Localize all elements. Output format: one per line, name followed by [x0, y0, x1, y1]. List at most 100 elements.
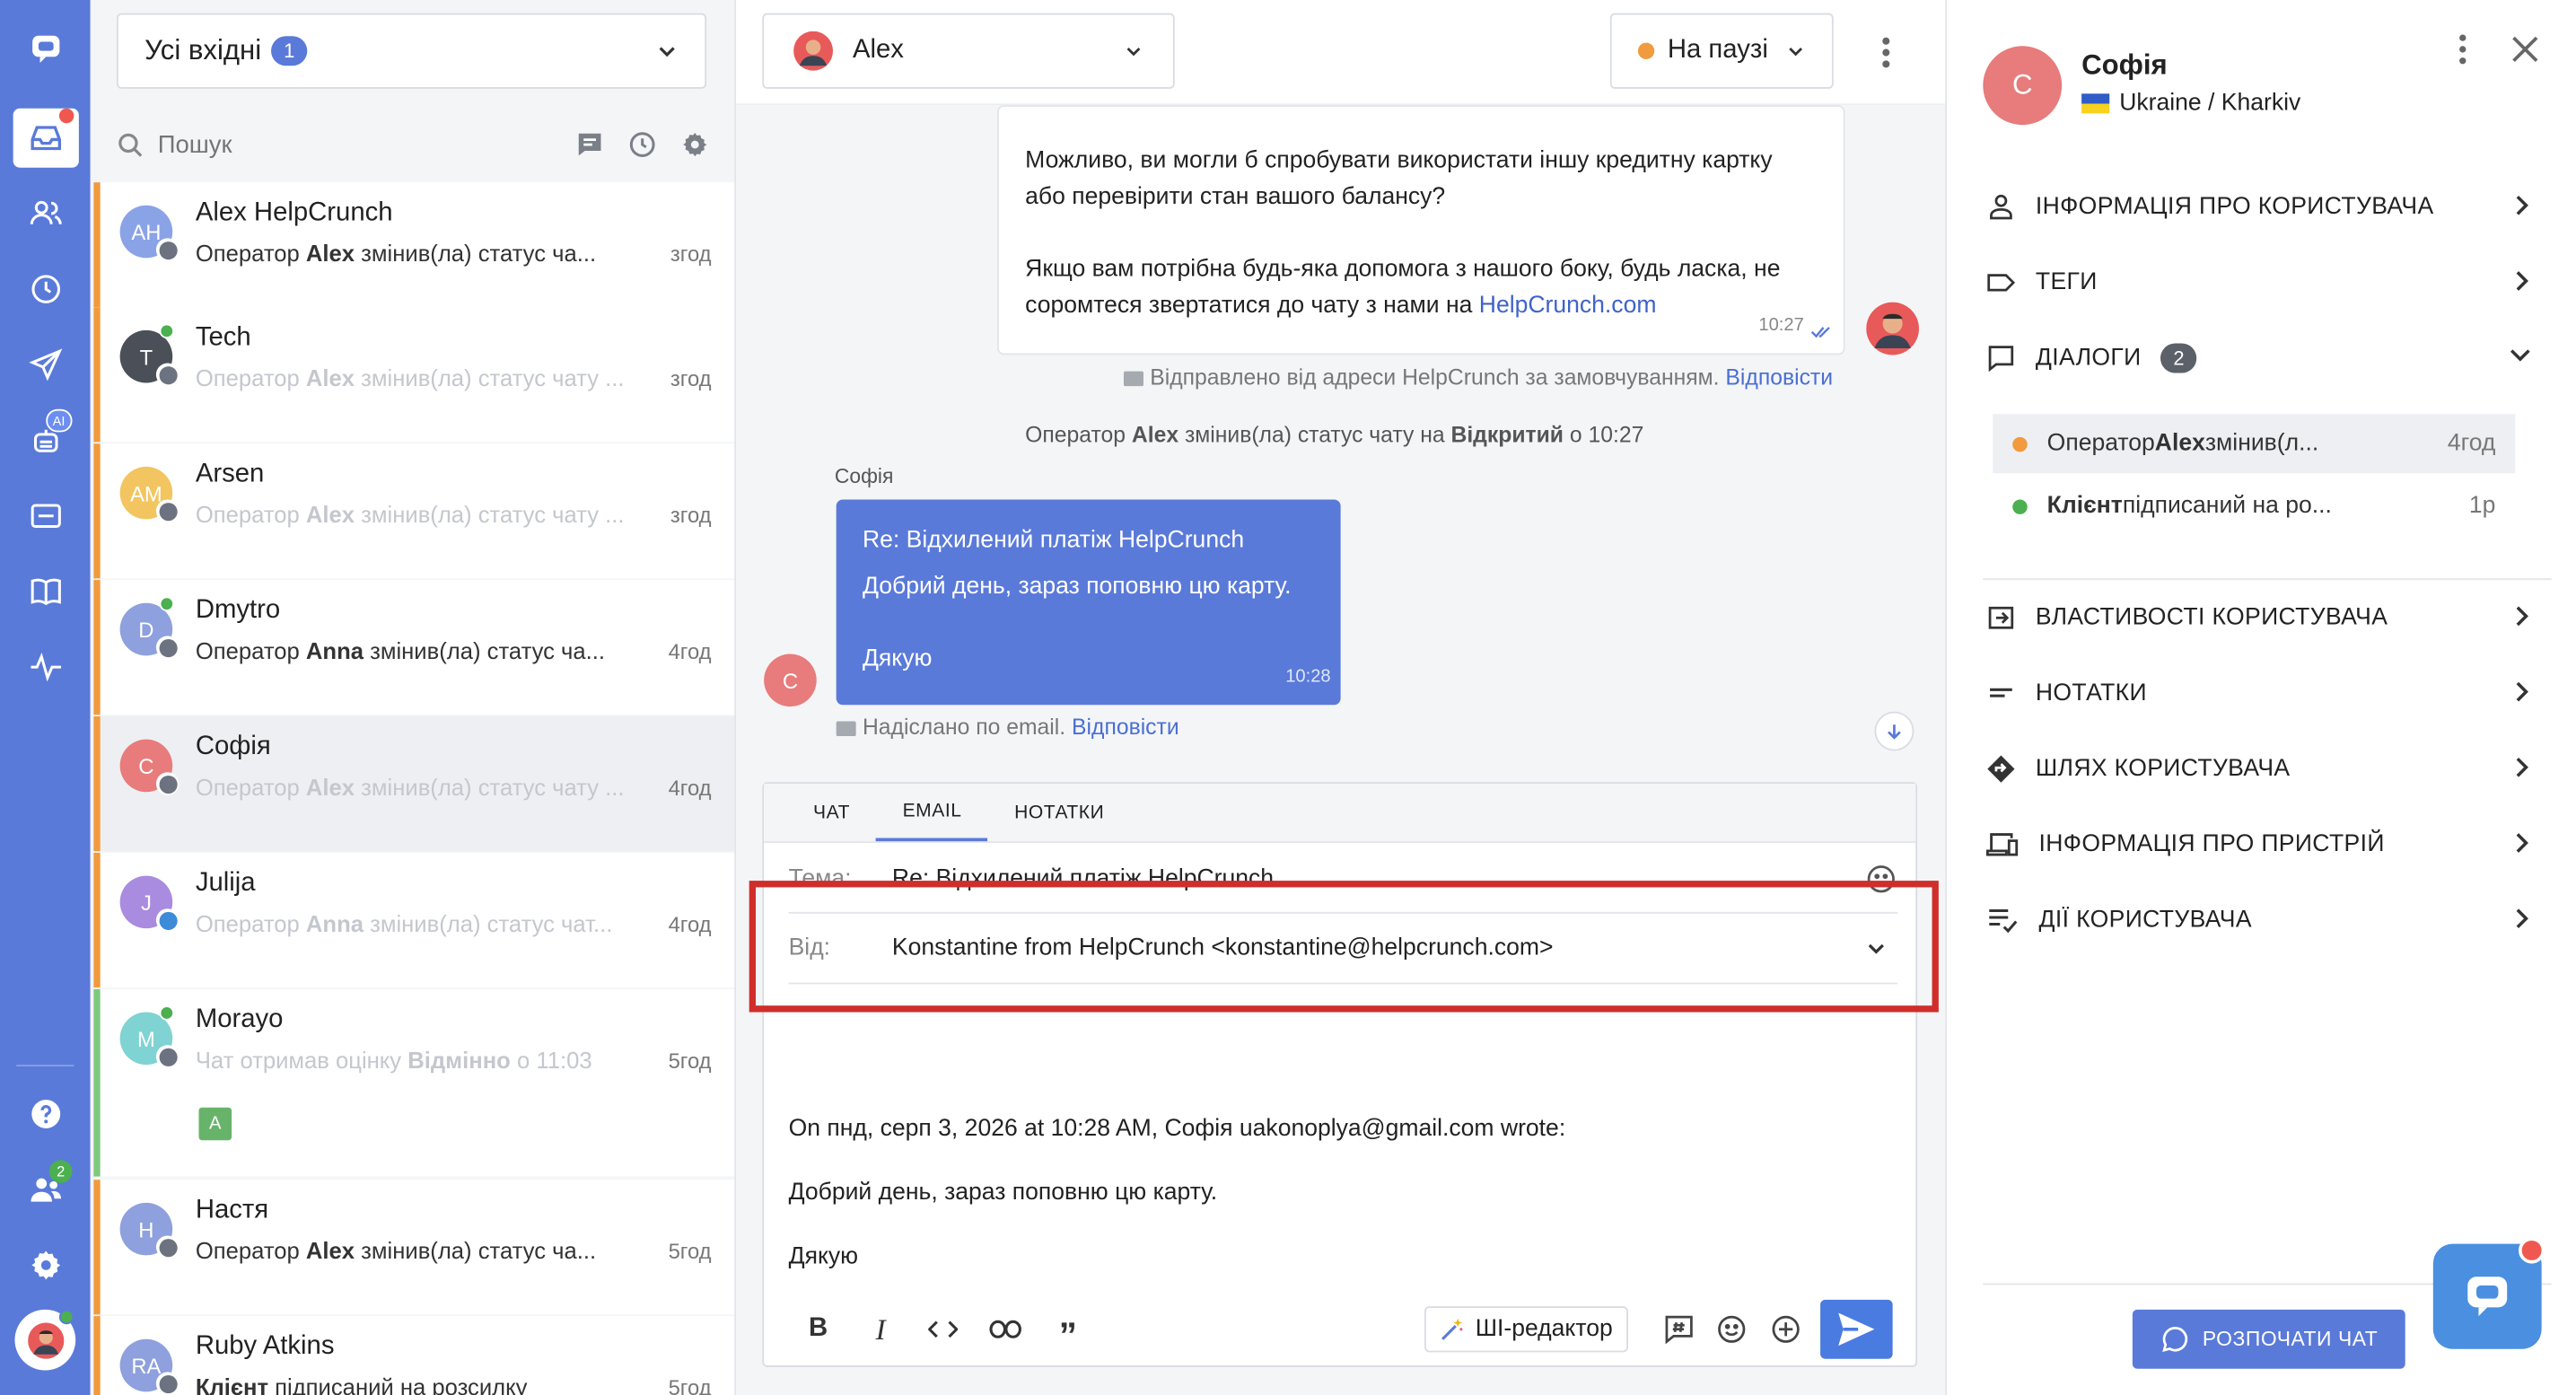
emoji-icon[interactable] — [1700, 1312, 1763, 1346]
clock-icon[interactable] — [627, 130, 657, 160]
agent-selector[interactable]: Alex — [762, 13, 1175, 89]
device-icon — [1985, 833, 2019, 856]
scroll-down-button[interactable] — [1874, 711, 1914, 751]
status-change-note: Оператор Alex змінив(ла) статус чату на … — [1025, 422, 1644, 447]
conversation-item[interactable]: AM Arsen Оператор Alex змінив(ла) статус ч… — [93, 443, 735, 579]
channel-icon — [155, 636, 180, 659]
agent-name: Alex — [852, 36, 904, 65]
add-attachment-icon[interactable] — [1755, 1312, 1818, 1346]
ai-badge: AI — [46, 408, 72, 433]
online-status-dot — [159, 323, 175, 339]
helpcrunch-link[interactable]: HelpCrunch.com — [1479, 293, 1657, 319]
conversation-item[interactable]: RA Ruby Atkins Клієнт підписаний на розсил… — [93, 1316, 735, 1395]
bold-icon[interactable]: B — [787, 1314, 850, 1344]
team-count-badge: 2 — [48, 1160, 73, 1183]
tab-email[interactable]: EMAIL — [876, 784, 988, 842]
rating-badge: A — [198, 1107, 232, 1141]
section-user-info[interactable]: ІНФОРМАЦІЯ ПРО КОРИСТУВАЧА — [1986, 170, 2552, 245]
online-status-dot — [159, 596, 175, 611]
ai-editor-button[interactable]: ШІ-редактор — [1424, 1306, 1628, 1353]
chevron-down-icon — [1789, 48, 1803, 57]
conversation-name: Ruby Atkins — [195, 1332, 335, 1361]
inbox-selector[interactable]: Усі вхідні 1 — [116, 13, 707, 89]
channel-icon — [155, 238, 180, 262]
status-dot — [1637, 42, 1655, 59]
helpcrunch-logo-icon[interactable] — [13, 20, 79, 79]
start-chat-button[interactable]: РОЗПОЧАТИ ЧАТ — [2132, 1309, 2405, 1369]
conversation-name: Tech — [195, 323, 251, 352]
client-message: Re: Відхилений платіж HelpCrunch Добрий … — [836, 499, 1341, 706]
settings-gear-icon[interactable] — [13, 1235, 79, 1294]
chevron-down-icon — [659, 47, 675, 57]
composer-toolbar: B I ” ШІ-редактор — [764, 1294, 1915, 1366]
tab-chat[interactable]: ЧАТ — [787, 784, 877, 841]
conversation-item[interactable]: Н Настя Оператор Alex змінив(ла) статус ча… — [93, 1180, 735, 1315]
conversation-item[interactable]: J Julija Оператор Anna змінив(ла) статус ч… — [93, 852, 735, 988]
list-settings-gear-icon[interactable] — [680, 130, 710, 160]
conversation-item[interactable]: С Софія Оператор Alex змінив(ла) статус ча… — [93, 716, 735, 852]
section-tags[interactable]: ТЕГИ — [1986, 245, 2552, 320]
section-device-info[interactable]: ІНФОРМАЦІЯ ПРО ПРИСТРІЙ — [1985, 807, 2552, 882]
conversation-name: Софія — [195, 733, 271, 761]
magic-wand-icon — [1441, 1318, 1463, 1340]
client-message-avatar: С — [764, 654, 817, 707]
tab-notes[interactable]: НОТАТКИ — [988, 784, 1131, 841]
operator-message: Можливо, ви могли б спробувати використа… — [997, 105, 1845, 355]
conversation-preview: Оператор Alex змінив(ла) статус чату ... — [195, 774, 625, 801]
email-body[interactable]: On пнд, серп 3, 2026 at 10:28 AM, Софія … — [789, 1112, 1566, 1273]
send-button[interactable] — [1820, 1299, 1893, 1359]
contacts-icon[interactable] — [13, 184, 79, 243]
conversation-item[interactable]: T Tech Оператор Alex змінив(ла) статус чат… — [93, 307, 735, 443]
user-icon — [1990, 194, 2012, 220]
chevron-down-icon — [1126, 48, 1141, 57]
dialog-time: 1р — [2468, 493, 2496, 520]
send-arrow-icon — [1838, 1312, 1875, 1347]
section-dialogs[interactable]: ДІАЛОГИ 2 — [1986, 320, 2552, 396]
dialog-item-2[interactable]: Клієнт підписаний на ро... 1р — [1993, 477, 2515, 536]
code-icon[interactable] — [912, 1318, 975, 1341]
chat-status-label: На паузі — [1667, 36, 1768, 65]
section-user-actions[interactable]: ДІЇ КОРИСТУВАЧА — [1986, 882, 2552, 958]
client-message-line1: Добрий день, зараз поповню цю карту. — [862, 573, 1292, 601]
conversation-time: згод — [670, 241, 712, 267]
chat-status-selector[interactable]: На паузі — [1609, 13, 1834, 89]
conversation-item[interactable]: D Dmytro Оператор Anna змінив(ла) статус ч… — [93, 580, 735, 715]
more-options-icon[interactable] — [1870, 33, 1903, 73]
channel-icon — [155, 908, 180, 932]
reply-composer: ЧАТ EMAIL НОТАТКИ Тема: Re: Відхилений п… — [762, 782, 1918, 1367]
conversation-preview: Оператор Anna змінив(ла) статус чат... — [195, 910, 613, 937]
section-notes[interactable]: НОТАТКИ — [1986, 655, 2552, 731]
operator-message-time: 10:27 — [1758, 315, 1804, 336]
history-icon[interactable] — [13, 259, 79, 319]
reply-link[interactable]: Відповісти — [1725, 364, 1833, 389]
italic-icon[interactable]: I — [849, 1312, 912, 1347]
knowledge-base-book-icon[interactable] — [13, 562, 79, 621]
chevron-right-icon — [2516, 757, 2528, 777]
section-user-journey[interactable]: ШЛЯХ КОРИСТУВАЧА — [1986, 732, 2552, 807]
dialog-item-1[interactable]: Оператор Alex змінив(л... 4год — [1993, 414, 2516, 474]
user-location: Ukraine / Kharkiv — [2081, 91, 2300, 117]
conversation-name: Настя — [195, 1196, 269, 1224]
conversation-time: 4год — [668, 775, 712, 801]
help-icon[interactable] — [13, 1084, 79, 1144]
conversation-item[interactable]: M Morayo Чат отримав оцінку Відмінно о 11:… — [93, 988, 735, 1177]
user-more-icon[interactable] — [2446, 33, 2479, 66]
search-input[interactable] — [157, 130, 575, 159]
chevron-right-icon — [2516, 195, 2528, 215]
widget-icon[interactable] — [13, 487, 79, 546]
link-icon[interactable] — [974, 1318, 1037, 1341]
chevron-right-icon — [2516, 833, 2528, 853]
ukraine-flag-icon — [2081, 93, 2110, 114]
dialogs-icon — [1988, 346, 2014, 373]
chevron-right-icon — [2516, 271, 2528, 291]
analytics-pulse-icon[interactable] — [13, 637, 79, 697]
inbox-count-badge: 1 — [271, 36, 308, 66]
quote-icon[interactable]: ” — [1037, 1312, 1100, 1353]
templates-icon[interactable] — [575, 130, 605, 160]
client-name-label: Софія — [834, 465, 894, 488]
campaigns-send-icon[interactable] — [13, 335, 79, 394]
conversation-item[interactable]: AH Alex HelpCrunch Оператор Alex змінив(ла… — [93, 182, 735, 308]
close-icon[interactable] — [2509, 33, 2542, 66]
section-user-properties[interactable]: ВЛАСТИВОСТІ КОРИСТУВАЧА — [1986, 580, 2552, 655]
reply-link-2[interactable]: Відповісти — [1072, 715, 1179, 739]
